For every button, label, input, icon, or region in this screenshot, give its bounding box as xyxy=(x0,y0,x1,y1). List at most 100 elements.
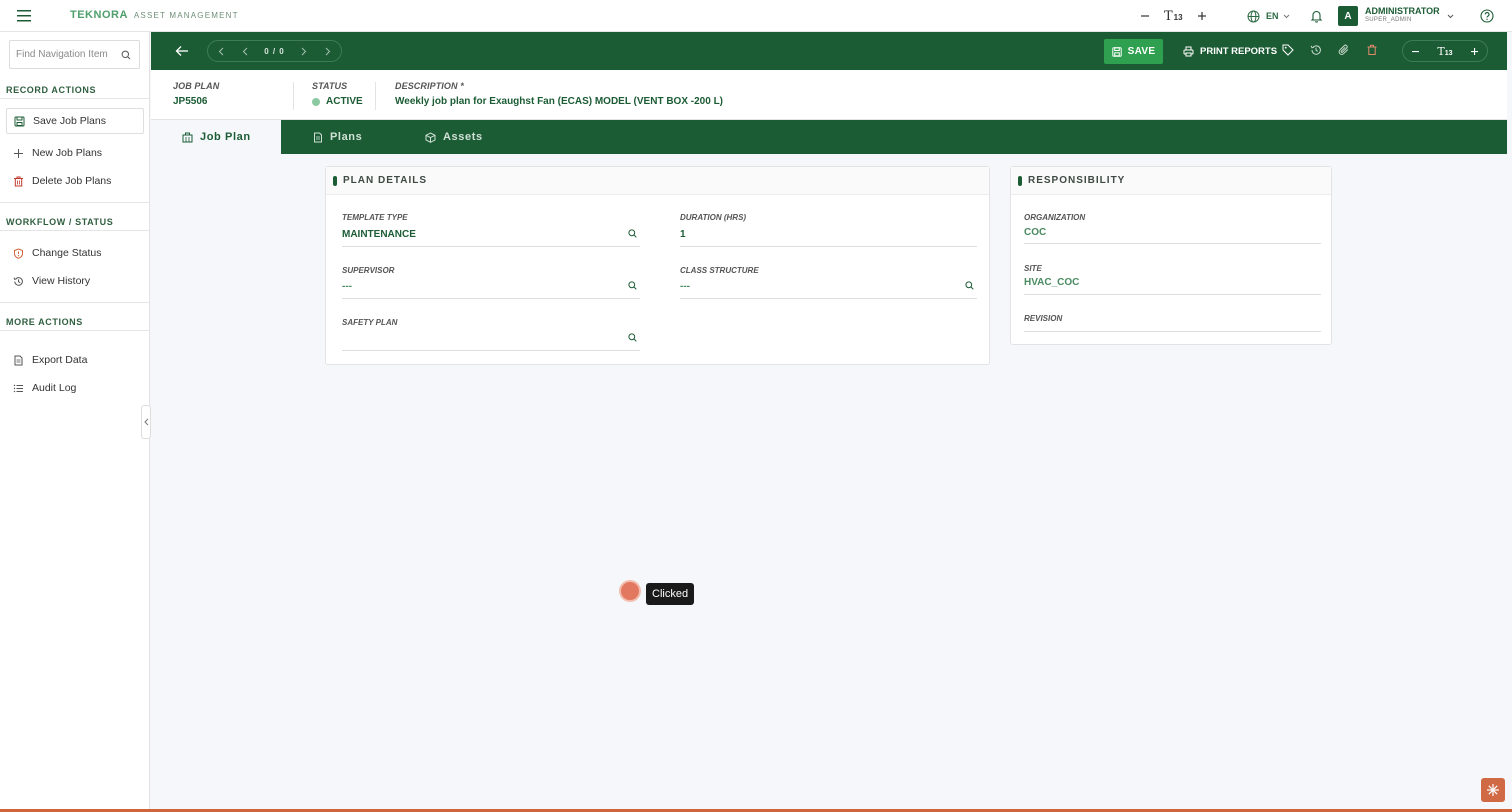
field-value: HVAC_COC xyxy=(1024,277,1080,288)
top-header: TEKNORA ASSET MANAGEMENT T 13 EN A ADMIN… xyxy=(0,0,1512,32)
field-value: --- xyxy=(680,281,690,292)
assistant-widget-button[interactable] xyxy=(1481,778,1505,802)
font-size-glyph-icon: T xyxy=(1437,44,1445,58)
field-label: CLASS STRUCTURE xyxy=(680,266,759,275)
nav-item-audit-log[interactable]: Audit Log xyxy=(6,375,144,401)
nav-item-label: Audit Log xyxy=(32,382,77,394)
nav-item-save-job-plans[interactable]: Save Job Plans xyxy=(6,108,144,134)
nav-search-input[interactable] xyxy=(16,49,116,60)
print-reports-button[interactable]: PRINT REPORTS xyxy=(1183,39,1277,64)
minus-icon[interactable] xyxy=(1136,7,1154,25)
brand-name: TEKNORA xyxy=(70,9,128,21)
shield-icon xyxy=(12,247,24,259)
class-structure-field[interactable]: CLASS STRUCTURE --- xyxy=(680,266,977,300)
card-title: PLAN DETAILS xyxy=(343,175,428,186)
responsibility-card: RESPONSIBILITY ORGANIZATION COC SITE HVA… xyxy=(1010,166,1332,345)
section-marker-icon xyxy=(333,175,337,186)
status-label: STATUS xyxy=(312,81,348,91)
user-info: ADMINISTRATOR SUPER_ADMIN xyxy=(1365,7,1440,25)
building-icon xyxy=(182,132,193,143)
help-button[interactable] xyxy=(1478,0,1496,32)
status-value: ACTIVE xyxy=(326,96,363,107)
nav-item-label: Change Status xyxy=(32,247,102,259)
brand-subtitle: ASSET MANAGEMENT xyxy=(133,11,239,20)
organization-field[interactable]: ORGANIZATION COC xyxy=(1024,213,1321,245)
nav-item-view-history[interactable]: View History xyxy=(6,268,144,294)
save-button[interactable]: SAVE xyxy=(1104,39,1163,64)
user-menu[interactable]: A ADMINISTRATOR SUPER_ADMIN xyxy=(1338,0,1455,32)
save-label: SAVE xyxy=(1127,46,1156,57)
site-field[interactable]: SITE HVAC_COC xyxy=(1024,264,1321,296)
job-plan-label: JOB PLAN xyxy=(173,81,220,91)
nav-item-export-data[interactable]: Export Data xyxy=(6,347,144,373)
last-page-icon[interactable] xyxy=(323,46,333,56)
search-icon[interactable] xyxy=(965,281,975,291)
divider xyxy=(0,330,150,331)
tab-assets[interactable]: Assets xyxy=(425,120,483,154)
divider xyxy=(0,302,150,303)
tab-job-plan[interactable]: Job Plan xyxy=(151,120,281,154)
status-badge: ACTIVE xyxy=(312,96,363,107)
font-size-value: 13 xyxy=(1444,49,1453,57)
plus-icon[interactable] xyxy=(1193,7,1211,25)
plus-icon[interactable] xyxy=(1470,47,1479,56)
nav-item-delete-job-plans[interactable]: Delete Job Plans xyxy=(6,168,144,194)
sidebar-collapse-handle[interactable] xyxy=(141,405,151,439)
minus-icon[interactable] xyxy=(1411,47,1420,56)
card-header: PLAN DETAILS xyxy=(326,167,989,195)
tab-label: Assets xyxy=(443,131,483,143)
history-icon[interactable] xyxy=(1309,43,1323,57)
field-underline xyxy=(342,298,640,299)
description-value[interactable]: Weekly job plan for Exaughst Fan (ECAS) … xyxy=(395,96,723,107)
nav-item-label: View History xyxy=(32,275,91,287)
field-underline xyxy=(1024,294,1321,295)
print-label: PRINT REPORTS xyxy=(1200,46,1278,57)
first-page-icon[interactable] xyxy=(216,46,226,56)
duration-field[interactable]: DURATION (HRS) 1 xyxy=(680,213,977,247)
template-type-field[interactable]: TEMPLATE TYPE MAINTENANCE xyxy=(342,213,640,247)
tab-label: Job Plan xyxy=(200,131,251,143)
field-underline xyxy=(680,298,977,299)
search-icon[interactable] xyxy=(628,281,638,291)
tag-icon[interactable] xyxy=(1281,43,1295,57)
click-indicator-dot xyxy=(619,580,641,602)
prev-page-icon[interactable] xyxy=(240,46,250,56)
language-value: EN xyxy=(1266,11,1279,21)
field-value: 1 xyxy=(680,229,686,240)
pager-count: 0 / 0 xyxy=(264,46,285,56)
printer-icon xyxy=(1183,46,1194,57)
search-icon[interactable] xyxy=(628,333,638,343)
job-plan-value: JP5506 xyxy=(173,96,208,107)
paperclip-icon[interactable] xyxy=(1337,43,1351,57)
toolbar-font-size-control: T 13 xyxy=(1402,40,1488,62)
field-value: COC xyxy=(1024,227,1047,238)
field-label: DURATION (HRS) xyxy=(680,213,747,222)
back-arrow-icon[interactable] xyxy=(173,42,191,60)
next-page-icon[interactable] xyxy=(299,46,309,56)
section-title-record-actions: RECORD ACTIONS xyxy=(6,85,97,95)
brand-logo[interactable]: TEKNORA ASSET MANAGEMENT xyxy=(70,9,239,23)
revision-field[interactable]: REVISION xyxy=(1024,314,1321,334)
divider xyxy=(0,98,150,99)
description-label: DESCRIPTION * xyxy=(395,81,464,91)
font-size-control: T 13 xyxy=(1136,0,1211,32)
chevron-down-icon xyxy=(1283,7,1291,25)
supervisor-field[interactable]: SUPERVISOR --- xyxy=(342,266,640,300)
font-size-value: 13 xyxy=(1173,12,1183,22)
nav-item-change-status[interactable]: Change Status xyxy=(6,240,144,266)
field-label: REVISION xyxy=(1024,314,1063,323)
field-underline xyxy=(342,246,640,247)
status-field: STATUS ACTIVE xyxy=(312,81,363,107)
delete-icon[interactable] xyxy=(1365,43,1379,57)
language-selector[interactable]: EN xyxy=(1244,0,1291,32)
search-icon[interactable] xyxy=(117,46,135,64)
safety-plan-field[interactable]: SAFETY PLAN xyxy=(342,318,640,352)
nav-item-new-job-plans[interactable]: New Job Plans xyxy=(6,140,144,166)
notifications-button[interactable] xyxy=(1307,0,1325,32)
history-icon xyxy=(12,275,24,287)
tab-plans[interactable]: Plans xyxy=(313,120,362,154)
card-title: RESPONSIBILITY xyxy=(1028,175,1126,186)
section-marker-icon xyxy=(1018,175,1022,186)
search-icon[interactable] xyxy=(628,229,638,239)
hamburger-menu-icon[interactable] xyxy=(17,9,33,23)
